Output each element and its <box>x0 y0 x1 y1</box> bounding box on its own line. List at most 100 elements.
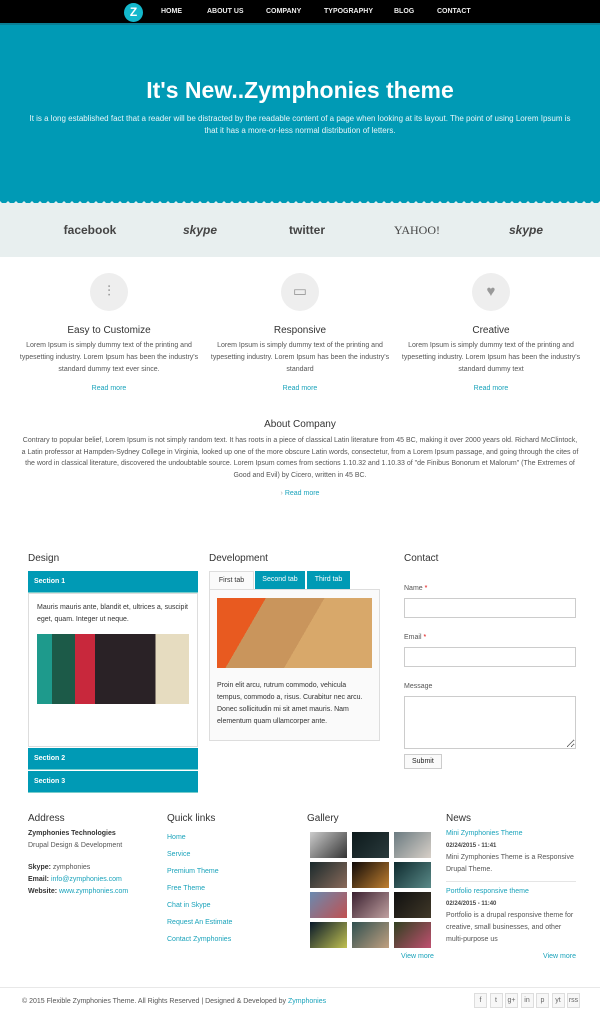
copyright-text: © 2015 Flexible Zymphonies Theme. All Ri… <box>22 998 287 1005</box>
news-item-title[interactable]: Mini Zymphonies Theme <box>446 828 576 840</box>
skype-value: zymphonies <box>52 864 91 871</box>
twitter-icon[interactable]: t <box>489 993 503 1008</box>
read-more-link[interactable]: Read more <box>210 385 390 392</box>
quick-link-home[interactable]: Home <box>167 834 186 841</box>
top-nav: Z HOME ABOUT US COMPANY TYPOGRAPHY BLOG … <box>0 0 600 25</box>
accordion-section-1[interactable]: Section 1 <box>28 571 198 593</box>
website-label: Website: <box>28 888 58 895</box>
brand-logos: facebook skype twitter YAHOO! skype <box>0 203 600 257</box>
gallery-view-more[interactable]: View more <box>401 951 434 963</box>
tab-third[interactable]: Third tab <box>307 571 350 589</box>
news-item-title[interactable]: Portfolio responsive theme <box>446 886 576 898</box>
feature-title: Creative <box>472 325 510 336</box>
binders-image <box>37 634 189 704</box>
news-view-more[interactable]: View more <box>446 951 576 963</box>
desk-image <box>217 598 372 668</box>
hero-text: It is a long established fact that a rea… <box>29 114 571 135</box>
name-field[interactable] <box>404 598 576 618</box>
tab-first[interactable]: First tab <box>209 571 254 590</box>
address-title: Address <box>28 813 65 824</box>
gallery-thumbnail[interactable] <box>310 832 347 858</box>
quick-link-contact[interactable]: Contact Zymphonies <box>167 936 231 943</box>
linkedin-icon[interactable]: in <box>520 993 534 1008</box>
gallery-thumbnail[interactable] <box>352 892 389 918</box>
gallery-thumbnail[interactable] <box>394 922 431 948</box>
gallery-thumbnail[interactable] <box>352 862 389 888</box>
submit-button[interactable]: Submit <box>404 754 442 769</box>
message-field[interactable] <box>404 696 576 749</box>
gallery-thumbnail[interactable] <box>394 862 431 888</box>
feature-text: Lorem Ipsum is simply dummy text of the … <box>401 342 581 373</box>
read-more-link[interactable]: Read more <box>401 385 581 392</box>
gallery-thumbnail[interactable] <box>394 832 431 858</box>
news-title: News <box>446 813 472 824</box>
accordion-section-2[interactable]: Section 2 <box>28 748 198 770</box>
read-more-link[interactable]: Read more <box>19 385 199 392</box>
gallery-title: Gallery <box>307 813 339 824</box>
email-label: Email * <box>404 634 427 641</box>
facebook-logo: facebook <box>63 223 117 237</box>
monitor-icon: ▭ <box>281 273 319 311</box>
google-plus-icon[interactable]: g+ <box>505 993 518 1008</box>
nav-home[interactable]: HOME <box>161 8 182 15</box>
feature-text: Lorem Ipsum is simply dummy text of the … <box>210 342 390 373</box>
email-field[interactable] <box>404 647 576 667</box>
nav-about[interactable]: ABOUT US <box>207 8 244 15</box>
skype-logo: skype <box>182 223 218 237</box>
company-tagline: Drupal Design & Development <box>28 842 123 849</box>
accordion-section-3[interactable]: Section 3 <box>28 771 198 793</box>
rss-icon[interactable]: rss <box>567 993 580 1008</box>
bottom-divider <box>0 987 600 988</box>
feature-customize: ⫶ Easy to Customize Lorem Ipsum is simpl… <box>19 273 199 392</box>
nav-typography[interactable]: TYPOGRAPHY <box>324 8 373 15</box>
accordion: Section 1 Mauris mauris ante, blandit et… <box>28 571 198 793</box>
email-label: Email: <box>28 876 50 883</box>
nav-company[interactable]: COMPANY <box>266 8 301 15</box>
quick-link-skype[interactable]: Chat in Skype <box>167 902 211 909</box>
feature-title: Responsive <box>273 325 327 336</box>
accordion-panel: Mauris mauris ante, blandit et, ultrices… <box>28 593 198 747</box>
copyright: © 2015 Flexible Zymphonies Theme. All Ri… <box>22 998 326 1005</box>
contact-title: Contact <box>404 553 439 564</box>
gallery-thumbnail[interactable] <box>352 922 389 948</box>
news-text: Portfolio is a drupal responsive theme f… <box>446 912 574 943</box>
feature-text: Lorem Ipsum is simply dummy text of the … <box>19 342 199 373</box>
design-title: Design <box>28 553 60 564</box>
tab-panel: Proin elit arcu, rutrum commodo, vehicul… <box>209 589 380 741</box>
nav-blog[interactable]: BLOG <box>394 8 414 15</box>
development-title: Development <box>209 553 268 564</box>
skype-label: Skype: <box>28 864 51 871</box>
gallery-thumbnail[interactable] <box>394 892 431 918</box>
tab-second[interactable]: Second tab <box>255 571 305 589</box>
nav-contact[interactable]: CONTACT <box>437 8 471 15</box>
feature-title: Easy to Customize <box>67 325 151 336</box>
gallery-thumbnail[interactable] <box>310 922 347 948</box>
feature-responsive: ▭ Responsive Lorem Ipsum is simply dummy… <box>210 273 390 392</box>
website-link[interactable]: www.zymphonies.com <box>59 888 128 895</box>
quick-links-title: Quick links <box>167 813 216 824</box>
quick-link-free[interactable]: Free Theme <box>167 885 205 892</box>
quick-link-estimate[interactable]: Request An Estimate <box>167 919 232 926</box>
gallery-thumbnail[interactable] <box>352 832 389 858</box>
news-date: 02/24/2015 - 11:40 <box>446 901 497 907</box>
pinterest-icon[interactable]: p <box>536 993 549 1008</box>
quick-link-premium[interactable]: Premium Theme <box>167 868 219 875</box>
author-link[interactable]: Zymphonies <box>288 998 326 1005</box>
facebook-icon[interactable]: f <box>474 993 487 1008</box>
youtube-icon[interactable]: yt <box>551 993 565 1008</box>
gallery-thumbnail[interactable] <box>310 892 347 918</box>
logo[interactable]: Z <box>124 3 143 22</box>
about-read-more[interactable]: Read more <box>285 490 320 497</box>
news-date: 02/24/2015 - 11:41 <box>446 843 497 849</box>
quick-link-service[interactable]: Service <box>167 851 190 858</box>
feature-creative: ♥ Creative Lorem Ipsum is simply dummy t… <box>401 273 581 392</box>
yahoo-logo: YAHOO! <box>394 223 440 237</box>
panel-text: Mauris mauris ante, blandit et, ultrices… <box>37 604 188 623</box>
about-text: Contrary to popular belief, Lorem Ipsum … <box>21 437 579 479</box>
company-name: Zymphonies Technologies <box>28 830 116 837</box>
email-link[interactable]: info@zymphonies.com <box>51 876 122 883</box>
footer-address: Address Zymphonies Technologies Drupal De… <box>28 813 158 898</box>
hero-title: It's New..Zymphonies theme <box>146 77 454 103</box>
gallery-thumbnail[interactable] <box>310 862 347 888</box>
news-text: Mini Zymphonies Theme is a Responsive Dr… <box>446 854 574 873</box>
